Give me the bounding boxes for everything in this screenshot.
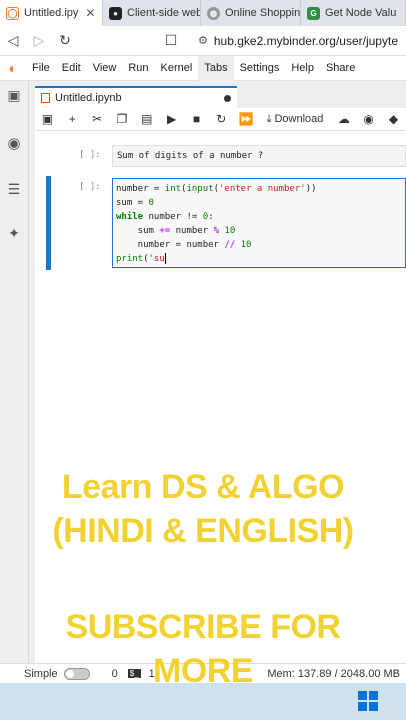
code-token: // <box>224 240 236 250</box>
code-token: 0 <box>148 198 154 208</box>
code-token: 10 <box>240 240 252 250</box>
table-of-contents-icon[interactable]: ☰ <box>6 181 22 197</box>
notebook-file-icon <box>41 93 50 103</box>
browser-tab-client-side[interactable]: ● Client-side web <box>103 0 201 26</box>
stop-icon[interactable]: ■ <box>184 112 209 126</box>
code-token: number = <box>116 184 165 194</box>
unsaved-dot-icon[interactable] <box>224 94 231 102</box>
cell-prompt: [ ]: <box>79 150 101 160</box>
jupyter-menu-bar: ◐ File Edit View Run Kernel Tabs Setting… <box>0 55 406 81</box>
menu-run[interactable]: Run <box>122 56 154 81</box>
gfg-favicon-icon: G <box>307 6 320 20</box>
code-line-2: sum = 0 <box>116 196 402 210</box>
code-token: 'su <box>148 254 165 264</box>
code-token: 'enter a number' <box>218 184 306 194</box>
code-token: += <box>159 226 171 236</box>
jupyter-logo-icon: ◐ <box>8 60 18 76</box>
menu-share[interactable]: Share <box>320 56 361 81</box>
markdown-text: Sum of digits of a number ? <box>117 151 264 161</box>
code-line-6: print('su <box>116 252 402 266</box>
overlay-caption-line2: (HINDI & ENGLISH) <box>52 512 354 550</box>
code-editor[interactable]: number = int(input('enter a number')) sum… <box>112 178 406 268</box>
github-icon[interactable]: ◉ <box>356 112 381 126</box>
back-arrow-icon[interactable]: ◁ <box>0 32 26 49</box>
cut-icon[interactable]: ✂ <box>85 112 110 126</box>
text-cursor <box>164 253 166 264</box>
git-icon[interactable]: ◆ <box>381 112 406 126</box>
notebook-tab-title: Untitled.ipynb <box>55 92 122 104</box>
run-icon[interactable]: ▶ <box>159 112 184 126</box>
save-icon[interactable]: ▣ <box>35 112 60 126</box>
download-button[interactable]: ⤓ Download <box>259 113 332 126</box>
bookmark-icon[interactable]: ☐ <box>158 32 184 49</box>
forward-arrow-icon[interactable]: ▷ <box>26 32 52 49</box>
code-token: while <box>116 212 144 222</box>
github-favicon-icon: ● <box>109 6 122 20</box>
notebook-toolbar: ▣ + ✂ ❐ ▤ ▶ ■ ↻ ⏩ ⤓ Download ☁ ◉ ◆ <box>35 108 406 131</box>
browser-tab-online-shopping[interactable]: ◍ Online Shoppin <box>201 0 301 26</box>
code-token: : <box>208 212 214 222</box>
jupyter-favicon-icon: ◯ <box>6 6 19 20</box>
browser-tab-label: Online Shoppin <box>225 7 301 19</box>
restart-icon[interactable]: ↻ <box>209 112 234 126</box>
cloud-download-icon[interactable]: ☁ <box>331 112 356 126</box>
copy-icon[interactable]: ❐ <box>110 112 135 126</box>
globe-favicon-icon: ◍ <box>207 6 220 20</box>
running-kernels-icon[interactable]: ◉ <box>6 136 22 152</box>
menu-kernel[interactable]: Kernel <box>155 56 199 81</box>
reload-icon[interactable]: ↻ <box>52 32 78 49</box>
code-cell[interactable]: [ ]: number = int(input('enter a number'… <box>41 176 406 272</box>
active-cell-indicator <box>46 176 51 270</box>
os-taskbar <box>0 683 406 720</box>
browser-tab-get-node[interactable]: G Get Node Valu <box>301 0 406 26</box>
code-token: sum <box>116 226 160 236</box>
menu-view[interactable]: View <box>87 56 123 81</box>
code-token: number = number <box>116 240 225 250</box>
download-icon: ⤓ <box>266 112 272 125</box>
extensions-icon[interactable]: ✦ <box>6 225 22 241</box>
menu-help[interactable]: Help <box>285 56 320 81</box>
close-tab-icon[interactable]: ✕ <box>85 6 95 20</box>
browser-tab-strip: ◯ Untitled.ipy ✕ ● Client-side web ◍ Onl… <box>0 0 406 26</box>
insert-cell-icon[interactable]: + <box>60 112 85 126</box>
code-token: 10 <box>224 226 236 236</box>
code-line-1: number = int(input('enter a number')) <box>116 182 402 196</box>
download-label: Download <box>274 113 324 125</box>
notebook-panel: ▣ + ✂ ❐ ▤ ▶ ■ ↻ ⏩ ⤓ Download ☁ ◉ ◆ [ ]: … <box>35 108 406 663</box>
code-token: number <box>170 226 214 236</box>
code-line-3: while number != 0: <box>116 210 402 224</box>
code-token: input <box>186 184 214 194</box>
cell-prompt: [ ]: <box>79 182 101 192</box>
browser-tab-label: Client-side web <box>127 7 201 19</box>
windows-start-icon[interactable] <box>358 691 378 711</box>
notebook-tab[interactable]: Untitled.ipynb <box>35 86 237 108</box>
overlay-caption-line1: Learn DS & ALGO <box>61 468 345 506</box>
code-token: int <box>164 184 182 194</box>
site-info-icon[interactable]: ⚙ <box>198 34 208 47</box>
menu-file[interactable]: File <box>26 56 56 81</box>
left-sidebar: ▣ ◉ ☰ ✦ <box>0 81 29 663</box>
menu-tabs[interactable]: Tabs <box>198 55 234 81</box>
code-line-4: sum += number % 10 <box>116 224 402 238</box>
paste-icon[interactable]: ▤ <box>134 112 159 126</box>
menu-settings[interactable]: Settings <box>234 56 286 81</box>
markdown-cell[interactable]: [ ]: Sum of digits of a number ? <box>41 142 406 170</box>
main-area: Untitled.ipynb ▣ + ✂ ❐ ▤ ▶ ■ ↻ ⏩ ⤓ Downl… <box>29 81 406 663</box>
restart-run-all-icon[interactable]: ⏩ <box>234 112 259 126</box>
menu-edit[interactable]: Edit <box>56 56 87 81</box>
code-line-5: number = number // 10 <box>116 238 402 252</box>
url-text: hub.gke2.mybinder.org/user/jupyte <box>213 33 398 48</box>
browser-tab-label: Get Node Valu <box>325 7 397 19</box>
overlay-caption-line3: SUBSCRIBE FOR <box>65 608 341 646</box>
browser-tab-label: Untitled.ipy <box>24 7 79 19</box>
browser-address-bar: ◁ ▷ ↻ ☐ ⚙ hub.gke2.mybinder.org/user/jup… <box>0 26 406 56</box>
code-token: print <box>116 254 144 264</box>
markdown-cell-input[interactable]: Sum of digits of a number ? <box>112 145 406 167</box>
url-field[interactable]: ⚙ hub.gke2.mybinder.org/user/jupyte <box>198 34 398 48</box>
code-token: number != <box>143 212 203 222</box>
code-token: )) <box>305 184 317 194</box>
browser-tab-untitled[interactable]: ◯ Untitled.ipy ✕ <box>0 0 103 26</box>
folder-icon[interactable]: ▣ <box>6 87 22 103</box>
code-token: sum = <box>116 198 149 208</box>
